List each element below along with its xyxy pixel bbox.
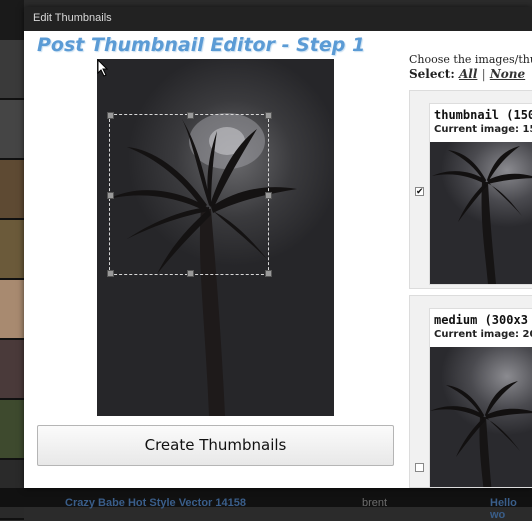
thumbnail-preview-image bbox=[430, 142, 532, 284]
background-thumbnail bbox=[0, 100, 24, 160]
background-post-author: brent bbox=[362, 497, 388, 509]
crop-handle-top[interactable] bbox=[187, 112, 194, 119]
select-separator: | bbox=[481, 67, 486, 81]
background-thumbnail bbox=[0, 40, 24, 100]
palm-tree-preview-icon bbox=[430, 381, 532, 487]
source-image[interactable] bbox=[97, 59, 334, 416]
crop-handle-top-right[interactable] bbox=[265, 112, 272, 119]
dialog-title: Edit Thumbnails bbox=[33, 12, 112, 24]
create-thumbnails-button[interactable]: Create Thumbnails bbox=[37, 425, 394, 466]
background-post-comment[interactable]: Hello wo bbox=[490, 497, 532, 521]
background-thumbnail bbox=[0, 280, 24, 340]
select-none-link[interactable]: None bbox=[490, 67, 525, 81]
crop-handle-top-left[interactable] bbox=[107, 112, 114, 119]
editor-heading: Post Thumbnail Editor - Step 1 bbox=[37, 34, 366, 56]
mouse-pointer-icon bbox=[97, 59, 109, 77]
background-thumbnail-strip bbox=[0, 0, 24, 520]
background-thumbnail bbox=[0, 400, 24, 460]
select-links: Select: All | None bbox=[409, 67, 525, 81]
crop-handle-bottom-right[interactable] bbox=[265, 270, 272, 277]
size-current-dimensions: Current image: 150x bbox=[434, 124, 532, 135]
size-preview-card: medium (300x3 Current image: 200x bbox=[429, 308, 532, 487]
size-name: thumbnail (150x bbox=[434, 108, 532, 122]
background-thumbnail bbox=[0, 220, 24, 280]
background-thumbnail bbox=[0, 340, 24, 400]
crop-handle-left[interactable] bbox=[107, 192, 114, 199]
size-name: medium (300x3 bbox=[434, 313, 528, 327]
background-thumbnail bbox=[0, 160, 24, 220]
edit-thumbnails-dialog: Edit Thumbnails Post Thumbnail Editor - … bbox=[24, 7, 532, 488]
crop-handle-bottom[interactable] bbox=[187, 270, 194, 277]
medium-preview-image bbox=[430, 347, 532, 487]
select-label: Select: bbox=[409, 67, 455, 81]
thumbnail-checkbox[interactable]: ✔ bbox=[415, 187, 424, 197]
size-current-dimensions: Current image: 200x bbox=[434, 329, 532, 340]
medium-checkbox[interactable] bbox=[415, 463, 424, 472]
crop-handle-right[interactable] bbox=[265, 192, 272, 199]
dialog-titlebar[interactable]: Edit Thumbnails bbox=[24, 7, 532, 31]
background-post-title[interactable]: Crazy Babe Hot Style Vector 14158 bbox=[65, 497, 246, 509]
crop-selection[interactable] bbox=[107, 112, 272, 277]
palm-tree-preview-icon bbox=[432, 146, 532, 284]
selection-prompt: Choose the images/thum bbox=[409, 53, 532, 66]
crop-handle-bottom-left[interactable] bbox=[107, 270, 114, 277]
size-option-thumbnail[interactable]: ✔ thumbnail (150x Current image: 150x bbox=[409, 90, 532, 289]
background-post-row: Crazy Babe Hot Style Vector 14158 brent … bbox=[0, 488, 532, 521]
size-preview-card: thumbnail (150x Current image: 150x bbox=[429, 103, 532, 285]
size-option-medium[interactable]: medium (300x3 Current image: 200x bbox=[409, 295, 532, 488]
select-all-link[interactable]: All bbox=[459, 67, 477, 81]
